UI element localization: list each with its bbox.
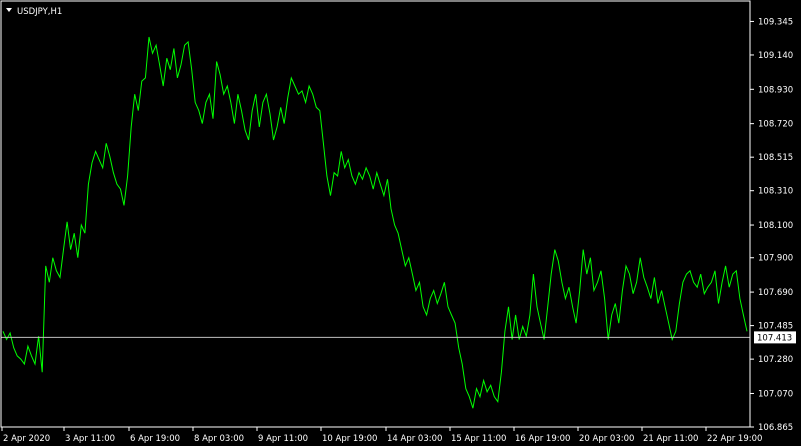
current-price-tag: 107.413 <box>754 331 796 344</box>
chart-background <box>0 0 801 446</box>
x-tick-label: 20 Apr 03:00 <box>579 434 634 444</box>
current-price-label: 107.413 <box>757 333 792 343</box>
y-tick-label: 109.140 <box>758 51 793 61</box>
y-tick-label: 108.100 <box>758 221 793 231</box>
y-tick-label: 108.720 <box>758 120 793 130</box>
y-tick-label: 107.280 <box>758 355 793 365</box>
x-tick-label: 10 Apr 19:00 <box>322 434 377 444</box>
y-tick-label: 108.930 <box>758 85 793 95</box>
y-tick-label: 106.865 <box>758 423 793 433</box>
x-tick-label: 8 Apr 03:00 <box>194 434 244 444</box>
x-tick-label: 3 Apr 11:00 <box>65 434 115 444</box>
x-tick-label: 6 Apr 19:00 <box>130 434 180 444</box>
x-tick-label: 21 Apr 11:00 <box>643 434 698 444</box>
y-tick-label: 107.485 <box>758 322 793 332</box>
x-tick-label: 15 Apr 11:00 <box>451 434 506 444</box>
x-tick-label: 14 Apr 03:00 <box>387 434 442 444</box>
x-tick-label: 9 Apr 11:00 <box>258 434 308 444</box>
y-tick-label: 107.900 <box>758 254 793 264</box>
y-tick-label: 108.310 <box>758 187 793 197</box>
price-chart[interactable]: 109.345 109.140 108.930 108.720 108.515 108.3… <box>0 0 801 446</box>
y-tick-label: 107.070 <box>758 389 793 399</box>
x-tick-label: 16 Apr 19:00 <box>515 434 570 444</box>
symbol-timeframe-label: USDJPY,H1 <box>17 7 62 17</box>
y-tick-label: 109.345 <box>758 17 793 27</box>
x-tick-label: 2 Apr 2020 <box>3 434 50 444</box>
y-tick-label: 108.515 <box>758 153 793 163</box>
y-tick-label: 107.690 <box>758 288 793 298</box>
x-tick-label: 22 Apr 19:00 <box>707 434 762 444</box>
